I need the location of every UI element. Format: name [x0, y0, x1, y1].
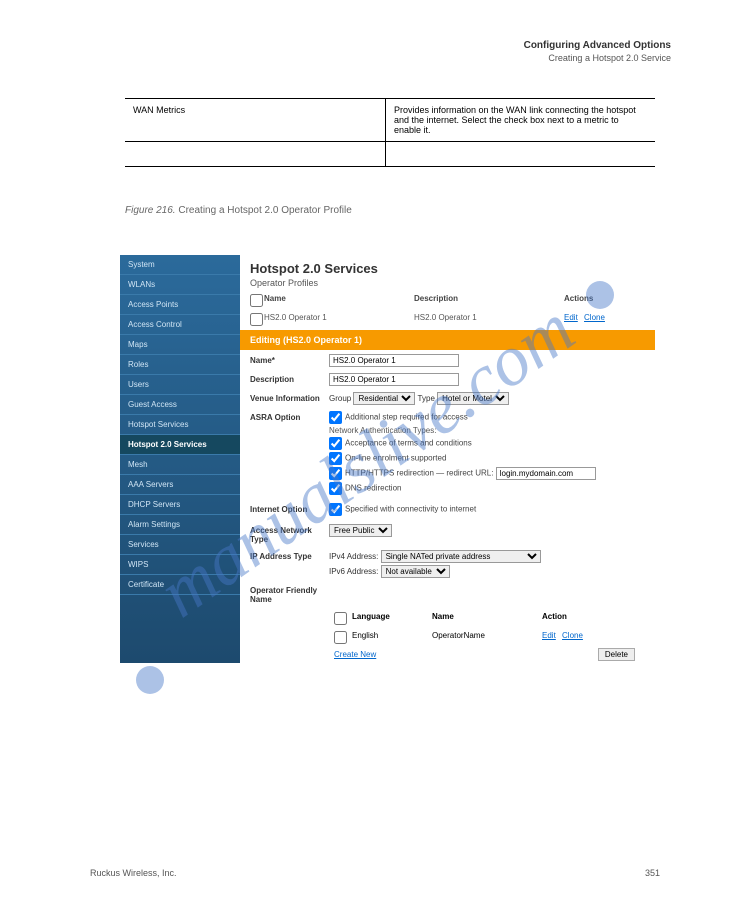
- ofn-table: Language Name Action English OperatorNam…: [334, 610, 634, 648]
- type-select[interactable]: Hotel or Motel: [437, 392, 509, 405]
- ipv4-label: IPv4 Address:: [329, 552, 378, 561]
- group-label: Group: [329, 394, 351, 403]
- ofn-label: Operator Friendly Name: [244, 584, 329, 604]
- desc-field[interactable]: [329, 373, 459, 386]
- ant-label: Access Network Type: [244, 524, 329, 544]
- profiles-table-header: Name Description Actions: [240, 292, 655, 311]
- sidebar-item-access-control[interactable]: Access Control: [120, 315, 240, 335]
- row-name: HS2.0 Operator 1: [264, 313, 414, 328]
- select-all-checkbox[interactable]: [250, 294, 263, 307]
- sidebar-item-hotspot-services[interactable]: Hotspot Services: [120, 415, 240, 435]
- sidebar-item-system[interactable]: System: [120, 255, 240, 275]
- sidebar-item-wips[interactable]: WIPS: [120, 555, 240, 575]
- create-new-link[interactable]: Create New: [334, 650, 376, 659]
- name-label: Name*: [244, 354, 329, 365]
- col-desc: Description: [414, 294, 564, 309]
- asra-checkbox[interactable]: [329, 411, 342, 424]
- sidebar-item-alarm-settings[interactable]: Alarm Settings: [120, 515, 240, 535]
- ipv6-select[interactable]: Not available: [381, 565, 450, 578]
- sidebar: System WLANs Access Points Access Contro…: [120, 255, 240, 663]
- ofn-edit-link[interactable]: Edit: [542, 631, 556, 640]
- table-cell-value: Provides information on the WAN link con…: [385, 99, 655, 141]
- col-actions: Actions: [564, 294, 634, 309]
- ofn-col-lang: Language: [352, 612, 432, 627]
- row-desc: HS2.0 Operator 1: [414, 313, 564, 328]
- sidebar-item-mesh[interactable]: Mesh: [120, 455, 240, 475]
- internet-check-label: Specified with connectivity to internet: [345, 505, 476, 514]
- ofn-col-action: Action: [542, 612, 622, 627]
- row-checkbox[interactable]: [250, 313, 263, 326]
- ant-select[interactable]: Free Public: [329, 524, 392, 537]
- nat-enrol-label: On-line enrolment supported: [345, 454, 446, 463]
- sidebar-item-hotspot20-services[interactable]: Hotspot 2.0 Services: [120, 435, 240, 455]
- sidebar-item-roles[interactable]: Roles: [120, 355, 240, 375]
- desc-label: Description: [244, 373, 329, 384]
- nat-redirect-checkbox[interactable]: [329, 467, 342, 480]
- delete-button[interactable]: Delete: [598, 648, 635, 661]
- footer-page-number: 351: [645, 868, 660, 878]
- doc-section-sub: Creating a Hotspot 2.0 Service: [524, 53, 671, 63]
- asra-label: ASRA Option: [244, 411, 329, 422]
- redirect-url-field[interactable]: [496, 467, 596, 480]
- nat-enrol-checkbox[interactable]: [329, 452, 342, 465]
- sidebar-item-services[interactable]: Services: [120, 535, 240, 555]
- main-pane: Hotspot 2.0 Services Operator Profiles N…: [240, 255, 655, 663]
- internet-checkbox[interactable]: [329, 503, 342, 516]
- clone-link[interactable]: Clone: [584, 313, 605, 322]
- page-subtitle: Operator Profiles: [240, 278, 655, 292]
- sidebar-item-guest-access[interactable]: Guest Access: [120, 395, 240, 415]
- ofn-select-all[interactable]: [334, 612, 347, 625]
- form: Name* Description Venue Information Grou…: [240, 350, 655, 663]
- sidebar-item-access-points[interactable]: Access Points: [120, 295, 240, 315]
- ofn-clone-link[interactable]: Clone: [562, 631, 583, 640]
- nat-terms-checkbox[interactable]: [329, 437, 342, 450]
- nat-header: Network Authentication Types:: [329, 426, 655, 435]
- nat-redirect-label: HTTP/HTTPS redirection — redirect URL:: [345, 469, 493, 478]
- edit-link[interactable]: Edit: [564, 313, 578, 322]
- ofn-row-lang: English: [352, 631, 432, 646]
- sidebar-item-wlans[interactable]: WLANs: [120, 275, 240, 295]
- name-field[interactable]: [329, 354, 459, 367]
- nat-terms-label: Acceptance of terms and conditions: [345, 439, 472, 448]
- group-select[interactable]: Residential: [353, 392, 415, 405]
- table-row: HS2.0 Operator 1 HS2.0 Operator 1 Edit C…: [240, 311, 655, 330]
- screenshot: System WLANs Access Points Access Contro…: [120, 255, 655, 663]
- nat-dns-label: DNS redirection: [345, 484, 401, 493]
- sidebar-item-users[interactable]: Users: [120, 375, 240, 395]
- figure-title: Creating a Hotspot 2.0 Operator Profile: [178, 205, 351, 216]
- footer-left: Ruckus Wireless, Inc.: [90, 868, 177, 878]
- col-name: Name: [264, 294, 414, 309]
- page-footer: Ruckus Wireless, Inc. 351: [90, 868, 660, 878]
- figure-caption: Figure 216. Creating a Hotspot 2.0 Opera…: [125, 205, 352, 216]
- ofn-row: English OperatorName Edit Clone: [334, 629, 634, 648]
- ofn-row-name: OperatorName: [432, 631, 542, 646]
- asra-check-label: Additional step required for access: [345, 413, 468, 422]
- page-title: Hotspot 2.0 Services: [240, 255, 655, 278]
- sidebar-item-certificate[interactable]: Certificate: [120, 575, 240, 595]
- editing-banner: Editing (HS2.0 Operator 1): [240, 330, 655, 350]
- sidebar-item-dhcp-servers[interactable]: DHCP Servers: [120, 495, 240, 515]
- doc-table: WAN Metrics Provides information on the …: [125, 98, 655, 167]
- figure-number: Figure 216.: [125, 205, 176, 216]
- nat-dns-checkbox[interactable]: [329, 482, 342, 495]
- table-cell-label: WAN Metrics: [125, 99, 385, 141]
- ofn-col-name: Name: [432, 612, 542, 627]
- ofn-row-checkbox[interactable]: [334, 631, 347, 644]
- type-label: Type: [418, 394, 435, 403]
- ipv6-label: IPv6 Address:: [329, 567, 378, 576]
- doc-section-title: Configuring Advanced Options: [524, 40, 671, 51]
- sidebar-item-aaa-servers[interactable]: AAA Servers: [120, 475, 240, 495]
- internet-label: Internet Option: [244, 503, 329, 514]
- sidebar-item-maps[interactable]: Maps: [120, 335, 240, 355]
- venue-label: Venue Information: [244, 392, 329, 403]
- ipt-label: IP Address Type: [244, 550, 329, 561]
- ipv4-select[interactable]: Single NATed private address: [381, 550, 541, 563]
